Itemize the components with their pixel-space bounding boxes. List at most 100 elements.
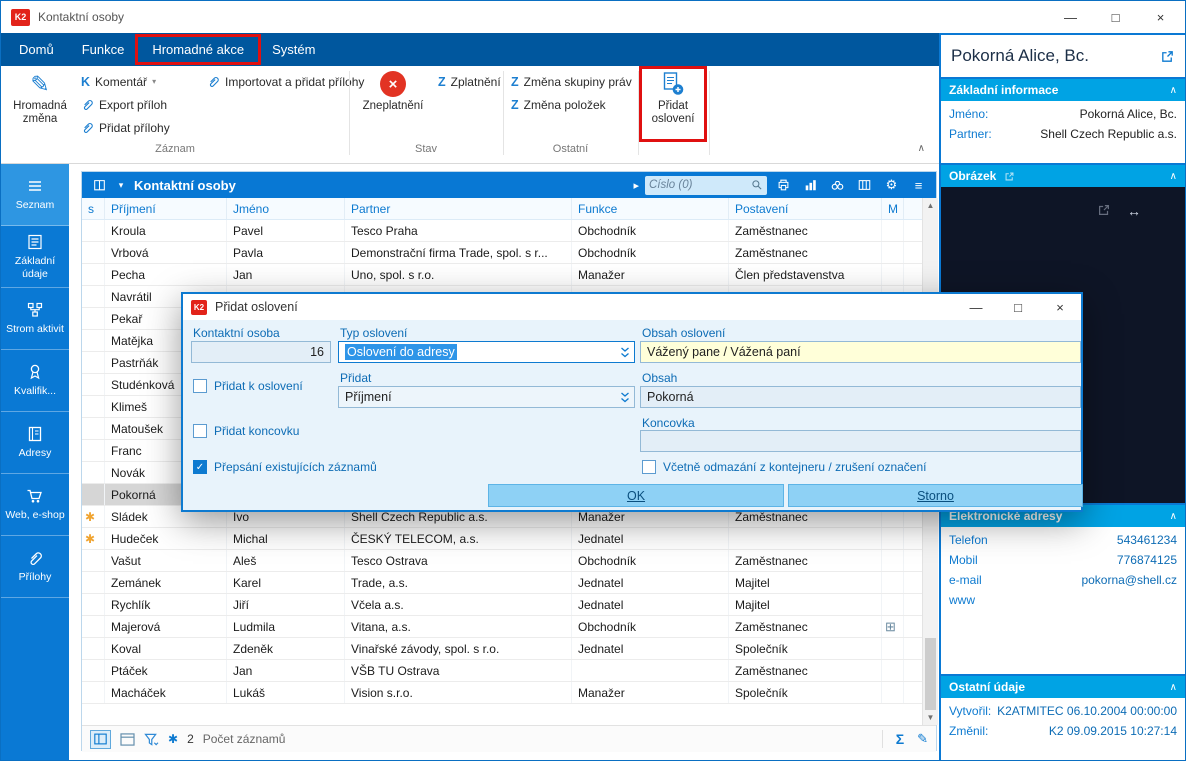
- search-input[interactable]: [649, 179, 751, 191]
- maximize-button[interactable]: □: [1093, 1, 1138, 33]
- table-row[interactable]: PtáčekJanVŠB TU OstravaZaměstnanec: [82, 660, 922, 682]
- add-salutation-button[interactable]: Přidat oslovení: [642, 69, 704, 139]
- checkbox-add-to-salutation[interactable]: Přidat k oslovení: [193, 379, 303, 393]
- cell-m: [882, 242, 904, 263]
- dropdown-icon[interactable]: [620, 346, 630, 359]
- dialog-close-button[interactable]: ×: [1039, 294, 1081, 320]
- salutation-content-field[interactable]: Vážený pane / Vážená paní: [640, 341, 1081, 363]
- menu-item-hromadne-akce[interactable]: Hromadné akce: [138, 37, 258, 62]
- ribbon-collapse-icon[interactable]: ∧: [918, 143, 925, 154]
- add-select[interactable]: Příjmení: [338, 386, 635, 408]
- minimize-button[interactable]: —: [1048, 1, 1093, 33]
- detail-row: Změnil: K2 09.09.2015 10:27:14: [941, 721, 1185, 741]
- table-row[interactable]: KovalZdeněkVinařské závody, spol. s r.o.…: [82, 638, 922, 660]
- change-items-button[interactable]: Z Změna položek: [511, 94, 606, 115]
- sidebar-item-web-eshop[interactable]: Web, e-shop: [1, 474, 69, 536]
- bulk-change-button[interactable]: ✎ Hromadná změna: [7, 69, 73, 139]
- section-header-obrazek[interactable]: Obrázek ∧: [941, 165, 1185, 187]
- cell-jmeno: Pavla: [227, 242, 345, 263]
- email-link[interactable]: pokorna@shell.cz: [1081, 573, 1177, 587]
- section-header-ostatni[interactable]: Ostatní údaje ∧: [941, 676, 1185, 698]
- checkbox-including-removal[interactable]: Včetně odmazání z kontejneru / zrušení o…: [642, 460, 927, 474]
- container-icon[interactable]: ✱: [168, 732, 178, 746]
- column-header-funkce[interactable]: Funkce: [572, 198, 729, 219]
- column-header-s[interactable]: s: [82, 198, 105, 219]
- checkbox-label: Přidat k oslovení: [214, 379, 303, 393]
- table-row[interactable]: KroulaPavelTesco PrahaObchodníkZaměstnan…: [82, 220, 922, 242]
- expand-icon[interactable]: [1160, 49, 1175, 64]
- certificate-icon: [26, 363, 44, 385]
- table-row[interactable]: ✱HudečekMichalČESKÝ TELECOM, a.s.Jednate…: [82, 528, 922, 550]
- close-button[interactable]: ×: [1138, 1, 1183, 33]
- storno-button[interactable]: Storno: [788, 484, 1083, 507]
- checkbox-overwrite-existing[interactable]: ✓ Přepsání existujících záznamů: [193, 460, 377, 474]
- table-row[interactable]: VašutAlešTesco OstravaObchodníkZaměstnan…: [82, 550, 922, 572]
- dialog-titlebar[interactable]: K2 Přidat oslovení — □ ×: [183, 294, 1081, 320]
- table-row[interactable]: RychlíkJiříVčela a.s.JednatelMajitel: [82, 594, 922, 616]
- salutation-content-label: Obsah oslovení: [642, 326, 725, 340]
- search-icon[interactable]: [751, 179, 763, 191]
- comment-button[interactable]: K Komentář ▾: [81, 71, 156, 92]
- content-field[interactable]: Pokorná: [640, 386, 1081, 408]
- menu-item-domu[interactable]: Domů: [5, 37, 68, 62]
- resize-width-icon[interactable]: ↔: [1127, 203, 1141, 219]
- table-row[interactable]: PechaJanUno, spol. s r.o.ManažerČlen pře…: [82, 264, 922, 286]
- gear-icon[interactable]: ⚙: [881, 177, 902, 193]
- menu-item-funkce[interactable]: Funkce: [68, 37, 139, 62]
- scroll-down-icon[interactable]: ▼: [923, 710, 938, 725]
- section-header-zakladni[interactable]: Základní informace ∧: [941, 79, 1185, 101]
- edit-icon[interactable]: ✎: [917, 731, 928, 747]
- sidebar-item-strom-aktivit[interactable]: Strom aktivit: [1, 288, 69, 350]
- sum-icon[interactable]: Σ: [896, 731, 904, 747]
- form-view-icon[interactable]: [120, 733, 135, 746]
- column-header-partner[interactable]: Partner: [345, 198, 572, 219]
- play-icon[interactable]: ▸: [633, 179, 639, 192]
- cell-filler: [904, 264, 922, 285]
- scroll-up-icon[interactable]: ▲: [923, 198, 938, 213]
- ok-button[interactable]: OK: [488, 484, 784, 507]
- export-attachments-button[interactable]: Export příloh: [81, 94, 167, 115]
- columns-icon[interactable]: [854, 178, 875, 192]
- panel-view-icon[interactable]: [90, 730, 111, 749]
- sidebar-item-prilohy[interactable]: Přílohy: [1, 536, 69, 598]
- filter-icon[interactable]: [144, 733, 159, 746]
- suffix-field[interactable]: [640, 430, 1081, 452]
- scrollbar-thumb[interactable]: [925, 638, 936, 710]
- import-add-attachments-button[interactable]: Importovat a přidat přílohy: [207, 71, 364, 92]
- menu-icon[interactable]: ≡: [908, 178, 929, 193]
- printer-icon[interactable]: [773, 178, 794, 192]
- invalidate-button[interactable]: × Zneplatnění: [353, 69, 433, 139]
- sidebar-item-kvalifikace[interactable]: Kvalifik...: [1, 350, 69, 412]
- open-external-icon[interactable]: [1097, 203, 1111, 217]
- table-row[interactable]: ZemánekKarelTrade, a.s.JednatelMajitel: [82, 572, 922, 594]
- validate-button[interactable]: Z Zplatnění: [438, 71, 501, 92]
- cell-s: [82, 594, 105, 615]
- dialog-minimize-button[interactable]: —: [955, 294, 997, 320]
- table-row[interactable]: VrbováPavlaDemonstrační firma Trade, spo…: [82, 242, 922, 264]
- book-icon[interactable]: [89, 178, 110, 192]
- checkbox-add-suffix[interactable]: Přidat koncovku: [193, 424, 299, 438]
- menu-item-system[interactable]: Systém: [258, 37, 329, 62]
- sidebar-item-zakladni-udaje[interactable]: Základní údaje: [1, 226, 69, 288]
- chart-icon[interactable]: [800, 178, 821, 192]
- column-header-filler: [904, 198, 922, 219]
- pin-icon[interactable]: [1004, 171, 1015, 182]
- cart-icon: [26, 487, 44, 509]
- dropdown-icon[interactable]: [620, 391, 630, 404]
- sidebar-item-seznam[interactable]: Seznam: [1, 164, 69, 226]
- dialog-maximize-button[interactable]: □: [997, 294, 1039, 320]
- table-row[interactable]: MacháčekLukášVision s.r.o.ManažerSpolečn…: [82, 682, 922, 704]
- salutation-type-select[interactable]: Oslovení do adresy: [338, 341, 635, 363]
- contact-person-field[interactable]: 16: [191, 341, 331, 363]
- column-header-jmeno[interactable]: Jméno: [227, 198, 345, 219]
- column-header-postaveni[interactable]: Postavení: [729, 198, 882, 219]
- chevron-down-icon[interactable]: ▾: [116, 180, 126, 191]
- change-rights-group-button[interactable]: Z Změna skupiny práv: [511, 71, 632, 92]
- column-header-m[interactable]: M: [882, 198, 904, 219]
- binoculars-icon[interactable]: [827, 178, 848, 192]
- sidebar-item-adresy[interactable]: Adresy: [1, 412, 69, 474]
- add-attachments-button[interactable]: Přidat přílohy: [81, 117, 170, 138]
- column-header-prijmeni[interactable]: Příjmení: [105, 198, 227, 219]
- table-row[interactable]: MajerováLudmilaVitana, a.s.ObchodníkZamě…: [82, 616, 922, 638]
- dialog-title: Přidat oslovení: [215, 300, 298, 314]
